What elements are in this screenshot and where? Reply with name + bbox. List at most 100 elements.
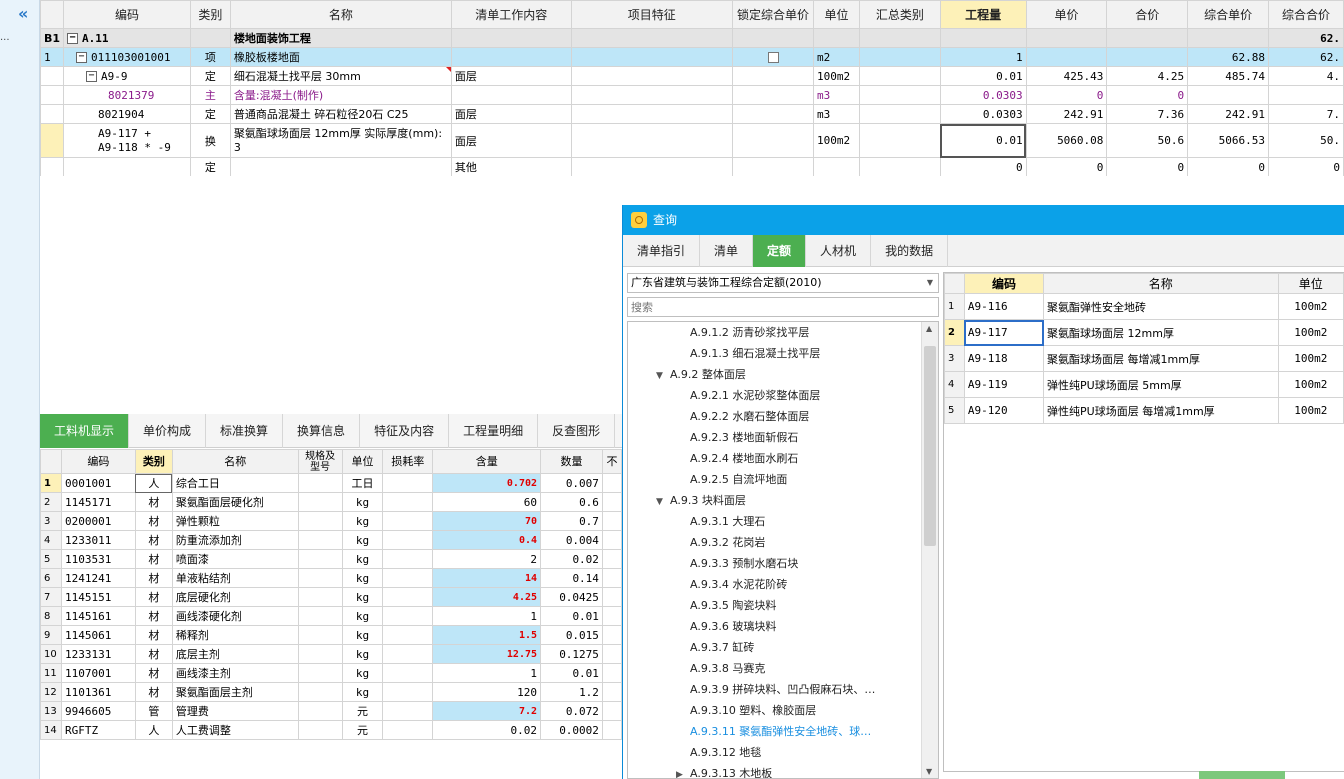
row-name[interactable]: 聚氨酯球场面层 12mm厚 实际厚度(mm): <box>234 127 448 141</box>
row-quantity[interactable]: 0.14 <box>540 568 603 588</box>
row-spec[interactable] <box>297 473 343 493</box>
row-index[interactable]: 1 <box>40 473 62 493</box>
table-row[interactable]: B1 − A.11 楼地面装饰工程 62. <box>40 28 1344 48</box>
header-loss-rate[interactable]: 损耗率 <box>382 449 434 474</box>
row-name[interactable]: 防重流添加剂 <box>171 530 299 550</box>
row-code[interactable]: A9-116 <box>963 293 1045 320</box>
tree-node[interactable]: ▶ A.9.3.13 木地板 <box>628 763 938 778</box>
row-content[interactable]: 1.5 <box>432 625 542 645</box>
table-row[interactable]: 4 A9-119 弹性纯PU球场面层 5mm厚 100m2 <box>944 371 1344 398</box>
row-qty[interactable]: 0.0303 <box>939 85 1027 105</box>
row-loss-rate[interactable] <box>382 549 434 569</box>
row-quantity[interactable]: 0.007 <box>540 473 603 493</box>
tab-bill[interactable]: 清单 <box>700 235 754 267</box>
row-more[interactable] <box>601 530 622 550</box>
double-chevron-left-icon[interactable]: « <box>18 4 28 23</box>
table-row[interactable]: 7 1145151 材底层硬化剂 kg 4.25 0.0425 <box>40 587 622 607</box>
row-more[interactable] <box>601 625 622 645</box>
lock-price-checkbox[interactable] <box>767 52 779 63</box>
row-index[interactable]: 7 <box>40 587 62 607</box>
row-name[interactable]: 楼地面装饰工程 <box>229 28 452 48</box>
row-unit[interactable]: 元 <box>341 701 384 721</box>
header-unit-price[interactable]: 单价 <box>1025 0 1108 29</box>
row-unit[interactable]: 100m2 <box>1277 371 1344 398</box>
tree-node[interactable]: A.9.2.3 楼地面斩假石 <box>628 427 938 448</box>
table-row[interactable]: 1 A9-116 聚氨酯弹性安全地砖 100m2 <box>944 293 1344 320</box>
row-type[interactable]: 材 <box>134 587 173 607</box>
row-content[interactable]: 70 <box>432 511 542 531</box>
header-name[interactable]: 名称 <box>1043 273 1279 294</box>
tab-features-content[interactable]: 特征及内容 <box>360 414 450 448</box>
row-index[interactable]: 5 <box>944 397 965 424</box>
header-total-price[interactable]: 合价 <box>1106 0 1189 29</box>
table-row[interactable]: 8 1145161 材画线漆硬化剂 kg 1 0.01 <box>40 606 622 626</box>
tree-node[interactable]: ▼ A.9.2 整体面层 <box>628 364 938 385</box>
row-name[interactable]: 含量:混凝土(制作) <box>229 85 452 105</box>
row-code[interactable]: 1145151 <box>60 587 136 607</box>
row-quantity[interactable]: 0.02 <box>540 549 603 569</box>
row-unit[interactable]: kg <box>341 682 384 702</box>
row-name[interactable]: 橡胶板楼地面 <box>229 47 452 67</box>
table-row[interactable]: 1 −011103001001 项 橡胶板楼地面 m2 1 62.88 62. <box>40 47 1344 67</box>
row-code[interactable]: 1107001 <box>60 663 136 683</box>
row-name[interactable]: 聚氨酯弹性安全地砖 <box>1043 293 1279 320</box>
row-index[interactable]: 2 <box>40 492 62 512</box>
row-loss-rate[interactable] <box>382 606 434 626</box>
row-name[interactable]: 弹性颗粒 <box>171 511 299 531</box>
row-qty[interactable] <box>939 28 1027 48</box>
row-name[interactable]: 底层硬化剂 <box>171 587 299 607</box>
row-spec[interactable] <box>297 568 343 588</box>
row-name[interactable]: 聚氨酯球场面层 每增减1mm厚 <box>1043 345 1279 372</box>
row-loss-rate[interactable] <box>382 587 434 607</box>
chevron-down-icon[interactable]: ▼ <box>656 366 670 387</box>
row-loss-rate[interactable] <box>382 701 434 721</box>
row-unit[interactable]: 100m2 <box>1277 319 1344 346</box>
row-content[interactable]: 60 <box>432 492 542 512</box>
row-type[interactable]: 材 <box>134 492 173 512</box>
row-code[interactable]: 1233131 <box>60 644 136 664</box>
row-index[interactable]: 14 <box>40 720 62 740</box>
row-more[interactable] <box>601 549 622 569</box>
row-quantity[interactable]: 0.1275 <box>540 644 603 664</box>
header-name[interactable]: 名称 <box>171 449 299 474</box>
row-loss-rate[interactable] <box>382 682 434 702</box>
dialog-titlebar[interactable]: 查询 <box>623 205 1344 235</box>
row-content[interactable]: 1 <box>432 663 542 683</box>
tab-unit-price-breakdown[interactable]: 单价构成 <box>129 414 207 448</box>
row-feature[interactable] <box>570 85 734 105</box>
tree-node[interactable]: A.9.3.8 马赛克 <box>628 658 938 679</box>
tree-node[interactable]: A.9.2.4 楼地面水刷石 <box>628 448 938 469</box>
row-loss-rate[interactable] <box>382 530 434 550</box>
row-qty[interactable]: 0 <box>939 157 1027 176</box>
row-code[interactable]: 1233011 <box>60 530 136 550</box>
row-quantity[interactable]: 0.0002 <box>540 720 603 740</box>
row-content[interactable]: 4.25 <box>432 587 542 607</box>
row-spec[interactable] <box>297 682 343 702</box>
tab-my-data[interactable]: 我的数据 <box>871 235 949 267</box>
row-more[interactable] <box>601 606 622 626</box>
row-index[interactable]: 10 <box>40 644 62 664</box>
row-content[interactable]: 0.702 <box>432 473 542 493</box>
row-unit[interactable]: 100m2 <box>1277 293 1344 320</box>
row-quantity[interactable]: 0.0425 <box>540 587 603 607</box>
row-spec[interactable] <box>297 644 343 664</box>
row-unit[interactable]: 100m2 <box>1277 345 1344 372</box>
tree-node[interactable]: A.9.2.1 水泥砂浆整体面层 <box>628 385 938 406</box>
row-spec[interactable] <box>297 587 343 607</box>
row-name[interactable]: 普通商品混凝土 碎石粒径20石 C25 <box>229 104 452 124</box>
row-unit[interactable]: kg <box>341 663 384 683</box>
header-code[interactable]: 编码 <box>63 0 191 29</box>
row-code[interactable]: 1145061 <box>60 625 136 645</box>
tree-node[interactable]: A.9.3.10 塑料、橡胶面层 <box>628 700 938 721</box>
row-more[interactable] <box>601 473 622 493</box>
row-code[interactable]: A9-120 <box>963 397 1045 424</box>
row-content[interactable]: 12.75 <box>432 644 542 664</box>
chevron-right-icon[interactable]: ▶ <box>676 765 690 778</box>
row-unit[interactable]: kg <box>341 511 384 531</box>
row-unit[interactable]: kg <box>341 492 384 512</box>
row-content[interactable]: 0.02 <box>432 720 542 740</box>
header-work-content[interactable]: 清单工作内容 <box>450 0 572 29</box>
row-loss-rate[interactable] <box>382 663 434 683</box>
table-row[interactable]: 3 A9-118 聚氨酯球场面层 每增减1mm厚 100m2 <box>944 345 1344 372</box>
row-name[interactable]: 画线漆硬化剂 <box>171 606 299 626</box>
